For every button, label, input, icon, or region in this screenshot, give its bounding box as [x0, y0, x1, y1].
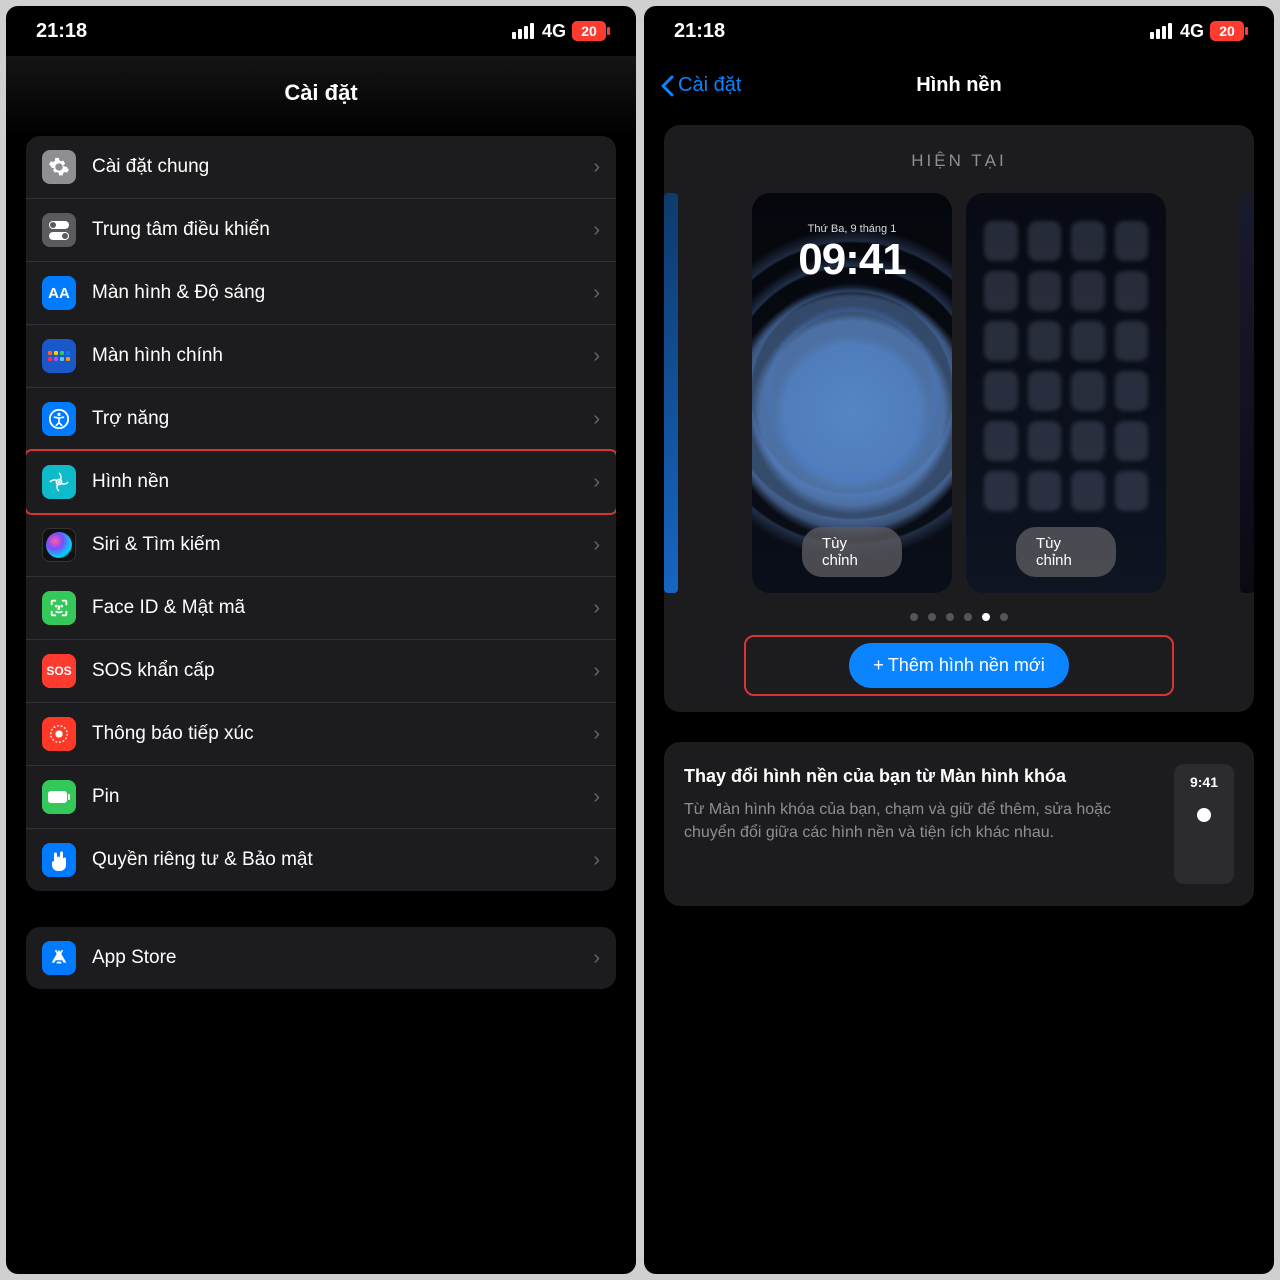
signal-icon	[1150, 23, 1172, 39]
clock: 21:18	[674, 20, 725, 43]
add-wallpaper-label: Thêm hình nền mới	[888, 655, 1045, 676]
settings-row-siri-t-m-ki-m[interactable]: Siri & Tìm kiếm ›	[26, 514, 616, 577]
row-label: Màn hình & Độ sáng	[92, 282, 577, 304]
chevron-right-icon: ›	[593, 156, 600, 179]
accessibility-icon	[42, 402, 76, 436]
row-label: Pin	[92, 786, 577, 808]
wallpaper-screen: 21:18 4G 20 Cài đặt Hình nền HIỆN TẠI Th…	[644, 6, 1274, 1274]
chevron-right-icon: ›	[593, 786, 600, 809]
page-title: Cài đặt	[6, 56, 636, 136]
gear-icon	[42, 150, 76, 184]
home-grid-icon	[42, 339, 76, 373]
settings-row-quy-n-ri-ng-t-b-o-m-t[interactable]: Quyền riêng tư & Bảo mật ›	[26, 829, 616, 891]
sos-icon: SOS	[42, 654, 76, 688]
row-label: Cài đặt chung	[92, 156, 577, 178]
info-title: Thay đổi hình nền của bạn từ Màn hình kh…	[684, 764, 1158, 788]
page-dot[interactable]	[928, 613, 936, 621]
network-type: 4G	[1180, 21, 1204, 42]
lock-date: Thứ Ba, 9 tháng 1	[808, 223, 897, 235]
chevron-right-icon: ›	[593, 282, 600, 305]
prev-wallpaper-peek[interactable]	[664, 193, 678, 593]
customize-lock-button[interactable]: Tùy chỉnh	[802, 527, 902, 577]
next-wallpaper-peek[interactable]	[1240, 193, 1254, 593]
row-label: Màn hình chính	[92, 345, 577, 367]
info-description: Từ Màn hình khóa của bạn, chạm và giữ để…	[684, 798, 1158, 844]
page-title: Hình nền	[916, 74, 1002, 97]
status-bar: 21:18 4G 20	[644, 6, 1274, 56]
current-label: HIỆN TẠI	[684, 151, 1234, 171]
chevron-right-icon: ›	[593, 219, 600, 242]
clock: 21:18	[36, 20, 87, 43]
faceid-icon	[42, 591, 76, 625]
appstore-icon	[42, 941, 76, 975]
chevron-right-icon: ›	[593, 597, 600, 620]
settings-screen: 21:18 4G 20 Cài đặt Cài đặt chung›Trung …	[6, 6, 636, 1274]
network-type: 4G	[542, 21, 566, 42]
page-dot[interactable]	[946, 613, 954, 621]
nav-bar: Cài đặt Hình nền	[644, 56, 1274, 113]
info-card: Thay đổi hình nền của bạn từ Màn hình kh…	[664, 742, 1254, 906]
battery-icon	[42, 780, 76, 814]
customize-home-button[interactable]: Tùy chỉnh	[1016, 527, 1116, 577]
back-button[interactable]: Cài đặt	[660, 74, 741, 97]
current-wallpaper-card: HIỆN TẠI Thứ Ba, 9 tháng 1 09:41 Tùy chỉ…	[664, 125, 1254, 712]
settings-row-c-i-t-chung[interactable]: Cài đặt chung ›	[26, 136, 616, 199]
settings-row-m-n-h-nh-ch-nh[interactable]: Màn hình chính ›	[26, 325, 616, 388]
settings-row-trung-t-m-i-u-khi-n[interactable]: Trung tâm điều khiển ›	[26, 199, 616, 262]
toggles-icon	[42, 213, 76, 247]
settings-row-tr-n-ng[interactable]: Trợ năng ›	[26, 388, 616, 451]
settings-row-m-n-h-nh-s-ng[interactable]: AA Màn hình & Độ sáng ›	[26, 262, 616, 325]
settings-row-h-nh-n-n[interactable]: Hình nền ›	[26, 451, 616, 514]
settings-group: Cài đặt chung › Trung tâm điều khiển › AA Màn…	[26, 136, 616, 891]
row-label: SOS khẩn cấp	[92, 660, 577, 682]
chevron-right-icon: ›	[593, 660, 600, 683]
battery-indicator: 20	[1210, 21, 1244, 41]
display-aa-icon: AA	[42, 276, 76, 310]
chevron-right-icon: ›	[593, 534, 600, 557]
row-label: App Store	[92, 947, 577, 969]
plus-icon: +	[873, 655, 884, 676]
privacy-hand-icon	[42, 843, 76, 877]
row-label: Thông báo tiếp xúc	[92, 723, 577, 745]
chevron-right-icon: ›	[593, 471, 600, 494]
row-label: Hình nền	[92, 471, 577, 493]
siri-icon	[42, 528, 76, 562]
chevron-right-icon: ›	[593, 723, 600, 746]
chevron-left-icon	[660, 75, 674, 97]
lock-time: 09:41	[798, 235, 906, 285]
row-label: Quyền riêng tư & Bảo mật	[92, 849, 577, 871]
mini-phone-illustration: 9:41	[1174, 764, 1234, 884]
chevron-right-icon: ›	[593, 408, 600, 431]
mini-clock: 9:41	[1190, 774, 1218, 790]
settings-row-app-store[interactable]: App Store ›	[26, 927, 616, 989]
settings-row-pin[interactable]: Pin ›	[26, 766, 616, 829]
home-screen-preview[interactable]: Tùy chỉnh	[966, 193, 1166, 593]
chevron-right-icon: ›	[593, 947, 600, 970]
status-bar: 21:18 4G 20	[6, 6, 636, 56]
add-wallpaper-button[interactable]: + Thêm hình nền mới	[849, 643, 1068, 688]
row-label: Trợ năng	[92, 408, 577, 430]
row-label: Face ID & Mật mã	[92, 597, 577, 619]
page-dots[interactable]	[684, 613, 1234, 621]
settings-row-face-id-m-t-m-[interactable]: Face ID & Mật mã ›	[26, 577, 616, 640]
settings-row-th-ng-b-o-ti-p-x-c[interactable]: Thông báo tiếp xúc ›	[26, 703, 616, 766]
page-dot[interactable]	[982, 613, 990, 621]
signal-icon	[512, 23, 534, 39]
chevron-right-icon: ›	[593, 849, 600, 872]
back-label: Cài đặt	[678, 74, 741, 97]
mini-touch-dot	[1197, 808, 1211, 822]
settings-row-sos-kh-n-c-p[interactable]: SOS SOS khẩn cấp ›	[26, 640, 616, 703]
battery-indicator: 20	[572, 21, 606, 41]
chevron-right-icon: ›	[593, 345, 600, 368]
lock-screen-preview[interactable]: Thứ Ba, 9 tháng 1 09:41 Tùy chỉnh	[752, 193, 952, 593]
page-dot[interactable]	[964, 613, 972, 621]
settings-group: App Store ›	[26, 927, 616, 989]
page-dot[interactable]	[910, 613, 918, 621]
exposure-icon	[42, 717, 76, 751]
row-label: Trung tâm điều khiển	[92, 219, 577, 241]
row-label: Siri & Tìm kiếm	[92, 534, 577, 556]
wallpaper-icon	[42, 465, 76, 499]
page-dot[interactable]	[1000, 613, 1008, 621]
